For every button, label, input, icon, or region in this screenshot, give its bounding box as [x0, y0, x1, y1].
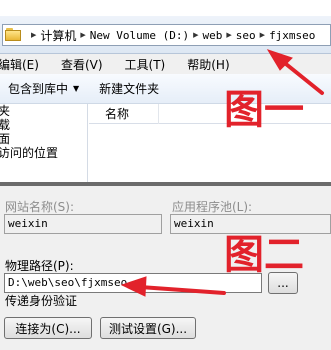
annotation-arrow-one-shaft	[279, 58, 324, 95]
annotation-arrow-two-shaft	[138, 285, 226, 295]
annotation-arrow-two-head	[120, 276, 147, 297]
annotation-arrows	[120, 49, 324, 297]
screenshot-root: ▶ 计算机 ▶ New Volume (D:) ▶ web ▶ seo ▶ fj…	[0, 0, 331, 350]
